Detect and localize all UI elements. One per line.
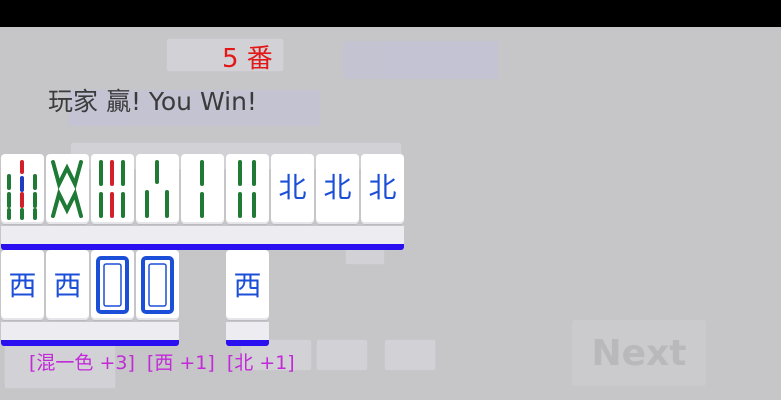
white-dragon-tile <box>91 250 134 320</box>
bamboo-6-tile <box>91 154 134 224</box>
tile-row-edge <box>226 322 269 346</box>
west-wind-tile: 西 <box>1 250 44 320</box>
ghost-panel <box>343 41 498 79</box>
west-wind-glyph: 西 <box>233 269 261 302</box>
scoring-item: [混一色 +3] <box>29 352 135 374</box>
tile-row-edge <box>1 226 404 250</box>
north-wind-tile: 北 <box>316 154 359 224</box>
tile-row-edge <box>1 322 179 346</box>
bamboo-3-tile <box>136 154 179 224</box>
fan-count: 5 番 <box>222 44 273 74</box>
bamboo-9-tile <box>1 154 44 224</box>
ghost-tile-group <box>384 339 436 371</box>
ghost-tile-group <box>316 339 368 371</box>
bamboo-8-tile <box>46 154 89 224</box>
north-wind-tile: 北 <box>361 154 404 224</box>
status-bar <box>0 0 781 27</box>
scoring-line: [混一色 +3] [西 +1] [北 +1] <box>29 348 301 375</box>
game-screen: Next 5 番 玩家 贏! You Win! 北 北 北 西 西 西 [混一色… <box>0 0 781 400</box>
west-wind-glyph: 西 <box>8 269 36 302</box>
bamboo-2-tile <box>181 154 224 224</box>
next-button[interactable]: Next <box>572 320 706 386</box>
white-dragon-tile <box>136 250 179 320</box>
west-wind-tile: 西 <box>226 250 269 320</box>
north-wind-glyph: 北 <box>323 171 351 204</box>
north-wind-tile: 北 <box>271 154 314 224</box>
west-wind-glyph: 西 <box>53 269 81 302</box>
north-wind-glyph: 北 <box>368 171 396 204</box>
result-title: 玩家 贏! You Win! <box>48 87 257 116</box>
scoring-item: [西 +1] <box>146 352 215 374</box>
bamboo-4-tile <box>226 154 269 224</box>
scoring-item: [北 +1] <box>226 352 295 374</box>
north-wind-glyph: 北 <box>278 171 306 204</box>
west-wind-tile: 西 <box>46 250 89 320</box>
